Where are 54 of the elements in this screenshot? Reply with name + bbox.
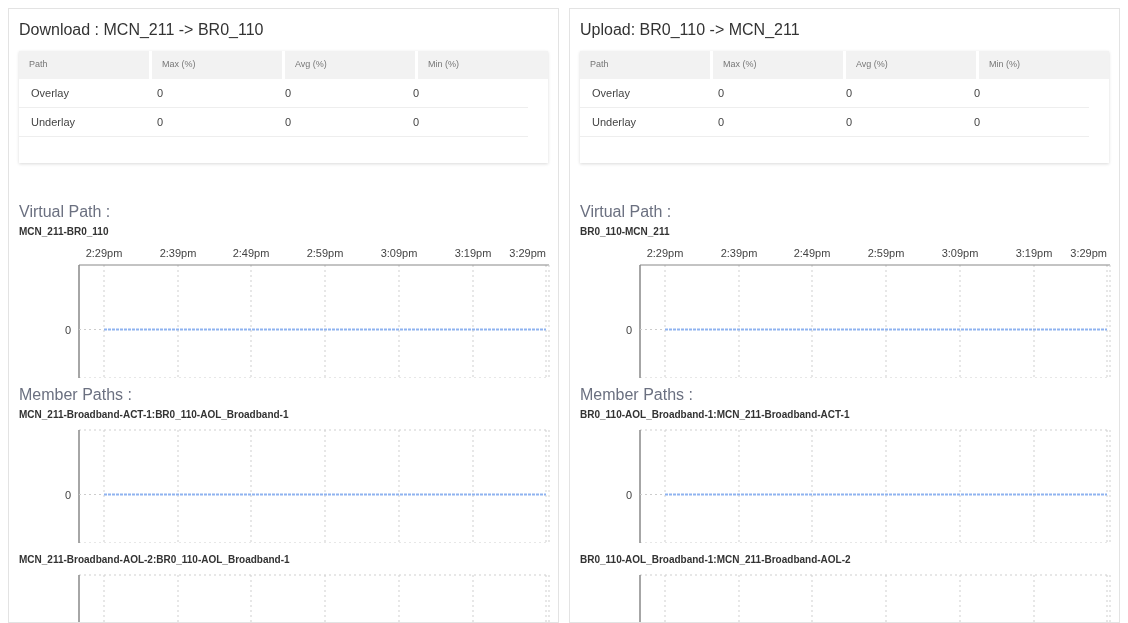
x-tick-label: 3:09pm — [941, 247, 979, 259]
table-cell-text: 0 — [973, 114, 982, 130]
x-tick-label: 2:59pm — [306, 247, 344, 259]
y-tick-label: 0 — [625, 323, 632, 336]
table-cell-text: 0 — [845, 85, 854, 101]
section-heading: Virtual Path : — [19, 202, 112, 222]
table-cell-text: Overlay — [591, 85, 631, 101]
table-cell-text: 0 — [717, 85, 726, 101]
table-cell-text: 0 — [412, 114, 421, 130]
x-tick-label: 2:49pm — [232, 247, 270, 259]
table-cell-text: Underlay — [30, 114, 77, 130]
chart-title: MCN_211-Broadband-AOL-2:BR0_110-AOL_Broadband-1 — [19, 553, 291, 567]
column-header: Path — [580, 51, 710, 79]
section-heading: Virtual Path : — [580, 202, 673, 222]
column-header: Max (%) — [713, 51, 843, 79]
chart-title: MCN_211-BR0_110 — [19, 225, 110, 239]
y-tick-label: 0 — [625, 488, 632, 501]
x-tick-label: 3:19pm — [1015, 247, 1053, 259]
column-header: Min (%) — [979, 51, 1109, 79]
x-tick-label: 2:29pm — [85, 247, 123, 259]
x-tick-label: 3:29pm — [509, 247, 546, 259]
table-cell-text: 0 — [156, 85, 165, 101]
chart-title: BR0_110-MCN_211 — [580, 225, 671, 239]
table-cell-text: 0 — [284, 85, 293, 101]
section-heading: Member Paths : — [580, 385, 694, 405]
x-tick-label: 3:09pm — [380, 247, 418, 259]
panel-title: Download : MCN_211 -> BR0_110 — [19, 20, 265, 40]
x-tick-label: 2:39pm — [159, 247, 197, 259]
x-tick-label: 2:39pm — [720, 247, 758, 259]
column-header: Avg (%) — [846, 51, 976, 79]
y-tick-label: 0 — [64, 323, 71, 336]
chart-title: MCN_211-Broadband-ACT-1:BR0_110-AOL_Broadband-1 — [19, 408, 290, 422]
column-header: Max (%) — [152, 51, 282, 79]
chart-title: BR0_110-AOL_Broadband-1:MCN_211-Broadband-ACT-1 — [580, 408, 851, 422]
section-heading: Member Paths : — [19, 385, 133, 405]
column-header: Min (%) — [418, 51, 548, 79]
column-header: Avg (%) — [285, 51, 415, 79]
table-cell-text: 0 — [973, 85, 982, 101]
x-tick-label: 2:49pm — [793, 247, 831, 259]
table-cell-text: 0 — [284, 114, 293, 130]
x-tick-label: 3:29pm — [1070, 247, 1107, 259]
table-cell-text: 0 — [412, 85, 421, 101]
x-tick-label: 2:59pm — [867, 247, 905, 259]
column-header: Path — [19, 51, 149, 79]
chart-title: BR0_110-AOL_Broadband-1:MCN_211-Broadband-AOL-2 — [580, 553, 852, 567]
panel-title: Upload: BR0_110 -> MCN_211 — [580, 20, 801, 40]
table-cell-text: Underlay — [591, 114, 638, 130]
table-cell-text: 0 — [845, 114, 854, 130]
x-tick-label: 2:29pm — [646, 247, 684, 259]
table-cell-text: 0 — [717, 114, 726, 130]
table-cell-text: 0 — [156, 114, 165, 130]
y-tick-label: 0 — [64, 488, 71, 501]
table-cell-text: Overlay — [30, 85, 70, 101]
x-tick-label: 3:19pm — [454, 247, 492, 259]
